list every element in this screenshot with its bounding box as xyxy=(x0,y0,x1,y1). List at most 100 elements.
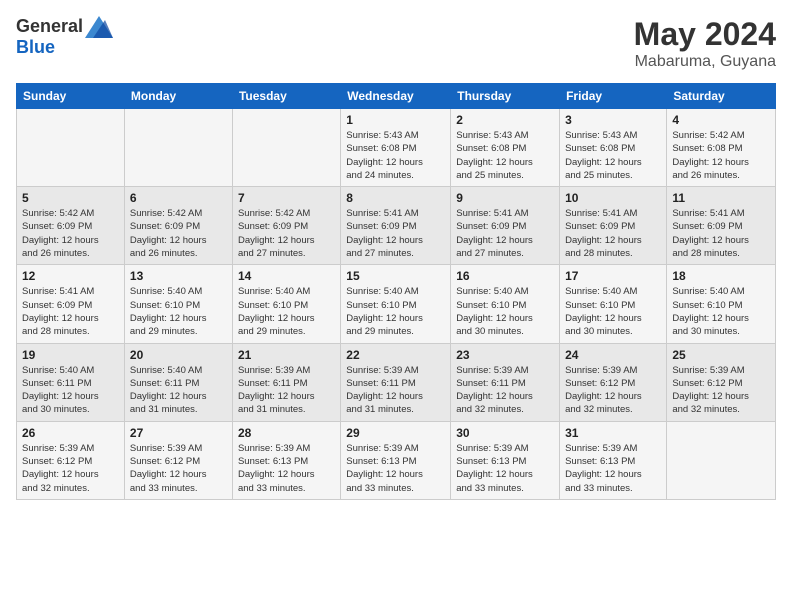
calendar-cell: 31 Sunrise: 5:39 AM Sunset: 6:13 PM Dayli… xyxy=(560,421,667,499)
calendar-cell: 21Sunrise: 5:39 AM Sunset: 6:11 PM Dayli… xyxy=(232,343,340,421)
calendar-week-row: 26Sunrise: 5:39 AM Sunset: 6:12 PM Dayli… xyxy=(17,421,776,499)
day-number: 14 xyxy=(238,269,335,283)
calendar-cell: 12 Sunrise: 5:41 AM Sunset: 6:09 PM Dayli… xyxy=(17,265,125,343)
calendar-cell: 29Sunrise: 5:39 AM Sunset: 6:13 PM Dayli… xyxy=(341,421,451,499)
logo-blue-text: Blue xyxy=(16,38,113,58)
day-number: 10 xyxy=(565,191,661,205)
calendar-cell: 19 Sunrise: 5:40 AM Sunset: 6:11 PM Dayli… xyxy=(17,343,125,421)
day-info: Sunrise: 5:41 AM Sunset: 6:09 PM Dayligh… xyxy=(672,207,770,260)
day-info: Sunrise: 5:40 AM Sunset: 6:11 PM Dayligh… xyxy=(22,364,119,417)
day-number: 31 xyxy=(565,426,661,440)
calendar-cell: 17 Sunrise: 5:40 AM Sunset: 6:10 PM Dayli… xyxy=(560,265,667,343)
calendar-cell xyxy=(124,109,232,187)
day-number: 4 xyxy=(672,113,770,127)
day-info: Sunrise: 5:39 AM Sunset: 6:13 PM Dayligh… xyxy=(456,442,554,495)
day-number: 23 xyxy=(456,348,554,362)
logo-icon xyxy=(85,16,113,38)
day-number: 27 xyxy=(130,426,227,440)
day-info: Sunrise: 5:41 AM Sunset: 6:09 PM Dayligh… xyxy=(22,285,119,338)
day-info: Sunrise: 5:39 AM Sunset: 6:12 PM Dayligh… xyxy=(565,364,661,417)
logo: General Blue xyxy=(16,16,113,58)
day-info: Sunrise: 5:40 AM Sunset: 6:10 PM Dayligh… xyxy=(672,285,770,338)
calendar-week-row: 5 Sunrise: 5:42 AM Sunset: 6:09 PM Daylig… xyxy=(17,187,776,265)
day-number: 22 xyxy=(346,348,445,362)
day-number: 19 xyxy=(22,348,119,362)
day-number: 21 xyxy=(238,348,335,362)
day-info: Sunrise: 5:42 AM Sunset: 6:09 PM Dayligh… xyxy=(130,207,227,260)
day-number: 8 xyxy=(346,191,445,205)
day-number: 9 xyxy=(456,191,554,205)
day-info: Sunrise: 5:40 AM Sunset: 6:10 PM Dayligh… xyxy=(565,285,661,338)
day-number: 7 xyxy=(238,191,335,205)
calendar-cell: 4Sunrise: 5:42 AM Sunset: 6:08 PM Daylig… xyxy=(667,109,776,187)
day-info: Sunrise: 5:39 AM Sunset: 6:11 PM Dayligh… xyxy=(456,364,554,417)
day-info: Sunrise: 5:39 AM Sunset: 6:11 PM Dayligh… xyxy=(346,364,445,417)
calendar-cell: 13Sunrise: 5:40 AM Sunset: 6:10 PM Dayli… xyxy=(124,265,232,343)
calendar-week-row: 19 Sunrise: 5:40 AM Sunset: 6:11 PM Dayli… xyxy=(17,343,776,421)
month-year-title: May 2024 xyxy=(634,16,776,53)
day-number: 17 xyxy=(565,269,661,283)
day-of-week-header: Friday xyxy=(560,84,667,109)
day-info: Sunrise: 5:39 AM Sunset: 6:13 PM Dayligh… xyxy=(238,442,335,495)
day-number: 28 xyxy=(238,426,335,440)
day-number: 1 xyxy=(346,113,445,127)
day-number: 26 xyxy=(22,426,119,440)
calendar-cell: 9Sunrise: 5:41 AM Sunset: 6:09 PM Daylig… xyxy=(451,187,560,265)
calendar-cell: 14 Sunrise: 5:40 AM Sunset: 6:10 PM Dayli… xyxy=(232,265,340,343)
day-number: 6 xyxy=(130,191,227,205)
day-number: 15 xyxy=(346,269,445,283)
day-number: 25 xyxy=(672,348,770,362)
day-number: 11 xyxy=(672,191,770,205)
day-number: 20 xyxy=(130,348,227,362)
calendar-cell: 1 Sunrise: 5:43 AM Sunset: 6:08 PM Daylig… xyxy=(341,109,451,187)
calendar-cell xyxy=(17,109,125,187)
calendar-cell: 11 Sunrise: 5:41 AM Sunset: 6:09 PM Dayli… xyxy=(667,187,776,265)
day-info: Sunrise: 5:41 AM Sunset: 6:09 PM Dayligh… xyxy=(346,207,445,260)
calendar-cell: 16Sunrise: 5:40 AM Sunset: 6:10 PM Dayli… xyxy=(451,265,560,343)
day-number: 30 xyxy=(456,426,554,440)
day-of-week-header: Wednesday xyxy=(341,84,451,109)
logo-general-text: General xyxy=(16,17,83,37)
calendar-week-row: 1 Sunrise: 5:43 AM Sunset: 6:08 PM Daylig… xyxy=(17,109,776,187)
day-number: 16 xyxy=(456,269,554,283)
day-info: Sunrise: 5:40 AM Sunset: 6:10 PM Dayligh… xyxy=(238,285,335,338)
calendar-cell: 23 Sunrise: 5:39 AM Sunset: 6:11 PM Dayli… xyxy=(451,343,560,421)
day-info: Sunrise: 5:41 AM Sunset: 6:09 PM Dayligh… xyxy=(565,207,661,260)
title-area: May 2024 Mabaruma, Guyana xyxy=(634,16,776,71)
day-of-week-header: Saturday xyxy=(667,84,776,109)
day-of-week-header: Thursday xyxy=(451,84,560,109)
day-info: Sunrise: 5:42 AM Sunset: 6:09 PM Dayligh… xyxy=(22,207,119,260)
day-number: 2 xyxy=(456,113,554,127)
calendar-cell: 8 Sunrise: 5:41 AM Sunset: 6:09 PM Daylig… xyxy=(341,187,451,265)
calendar-cell: 28 Sunrise: 5:39 AM Sunset: 6:13 PM Dayli… xyxy=(232,421,340,499)
calendar-cell: 7 Sunrise: 5:42 AM Sunset: 6:09 PM Daylig… xyxy=(232,187,340,265)
location-subtitle: Mabaruma, Guyana xyxy=(634,53,776,71)
calendar-cell: 10 Sunrise: 5:41 AM Sunset: 6:09 PM Dayli… xyxy=(560,187,667,265)
calendar-cell: 26Sunrise: 5:39 AM Sunset: 6:12 PM Dayli… xyxy=(17,421,125,499)
calendar-cell: 24Sunrise: 5:39 AM Sunset: 6:12 PM Dayli… xyxy=(560,343,667,421)
calendar-cell: 2 Sunrise: 5:43 AM Sunset: 6:08 PM Daylig… xyxy=(451,109,560,187)
day-info: Sunrise: 5:39 AM Sunset: 6:12 PM Dayligh… xyxy=(672,364,770,417)
calendar-cell: 22 Sunrise: 5:39 AM Sunset: 6:11 PM Dayli… xyxy=(341,343,451,421)
day-info: Sunrise: 5:39 AM Sunset: 6:13 PM Dayligh… xyxy=(565,442,661,495)
calendar-cell: 6 Sunrise: 5:42 AM Sunset: 6:09 PM Daylig… xyxy=(124,187,232,265)
calendar-cell: 18 Sunrise: 5:40 AM Sunset: 6:10 PM Dayli… xyxy=(667,265,776,343)
day-info: Sunrise: 5:42 AM Sunset: 6:09 PM Dayligh… xyxy=(238,207,335,260)
day-info: Sunrise: 5:39 AM Sunset: 6:13 PM Dayligh… xyxy=(346,442,445,495)
calendar-cell: 3Sunrise: 5:43 AM Sunset: 6:08 PM Daylig… xyxy=(560,109,667,187)
day-info: Sunrise: 5:40 AM Sunset: 6:11 PM Dayligh… xyxy=(130,364,227,417)
day-number: 5 xyxy=(22,191,119,205)
day-info: Sunrise: 5:43 AM Sunset: 6:08 PM Dayligh… xyxy=(456,129,554,182)
calendar-cell: 20 Sunrise: 5:40 AM Sunset: 6:11 PM Dayli… xyxy=(124,343,232,421)
calendar-week-row: 12 Sunrise: 5:41 AM Sunset: 6:09 PM Dayli… xyxy=(17,265,776,343)
day-info: Sunrise: 5:40 AM Sunset: 6:10 PM Dayligh… xyxy=(346,285,445,338)
day-of-week-header: Sunday xyxy=(17,84,125,109)
calendar-cell: 27Sunrise: 5:39 AM Sunset: 6:12 PM Dayli… xyxy=(124,421,232,499)
day-number: 13 xyxy=(130,269,227,283)
day-number: 3 xyxy=(565,113,661,127)
calendar-table: SundayMondayTuesdayWednesdayThursdayFrid… xyxy=(16,83,776,500)
day-info: Sunrise: 5:43 AM Sunset: 6:08 PM Dayligh… xyxy=(346,129,445,182)
day-number: 18 xyxy=(672,269,770,283)
calendar-cell: 5 Sunrise: 5:42 AM Sunset: 6:09 PM Daylig… xyxy=(17,187,125,265)
day-number: 12 xyxy=(22,269,119,283)
